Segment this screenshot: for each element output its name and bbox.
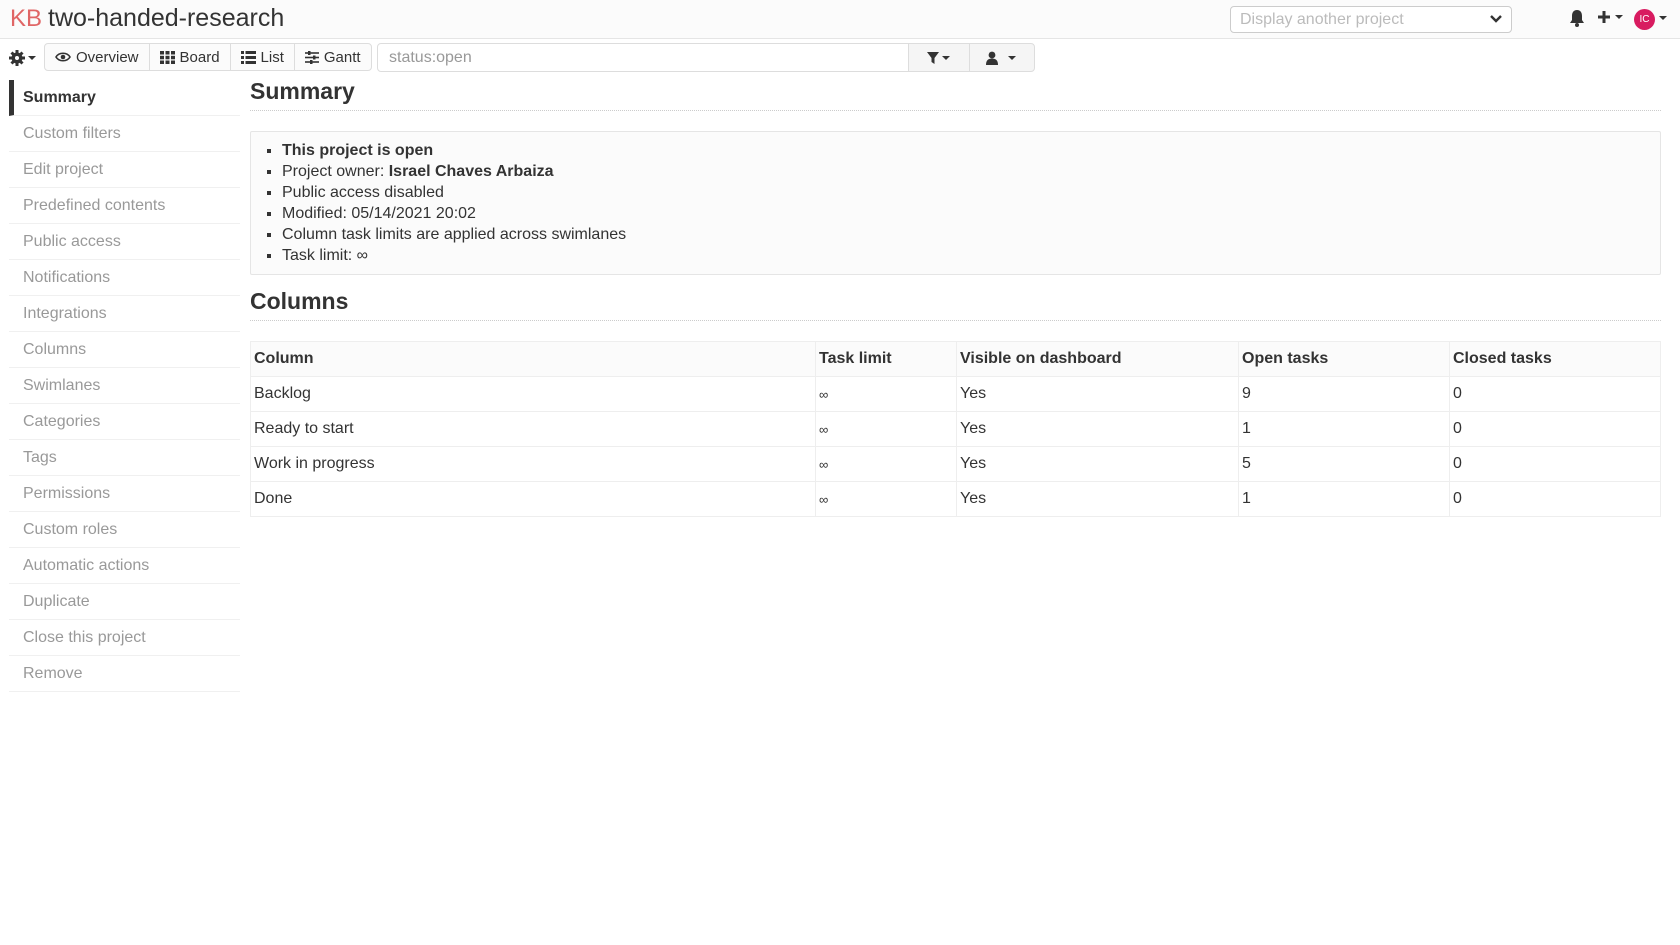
table-cell: ∞ xyxy=(815,446,957,482)
table-cell: Work in progress xyxy=(250,446,816,482)
table-cell: Yes xyxy=(956,446,1239,482)
columns-heading: Columns xyxy=(250,288,1661,321)
sidebar-item-custom-roles[interactable]: Custom roles xyxy=(9,512,240,548)
table-row: Backlog ∞ Yes 9 0 xyxy=(250,376,1661,412)
sidebar-item-integrations[interactable]: Integrations xyxy=(9,296,240,332)
table-cell: 5 xyxy=(1238,446,1450,482)
project-switcher-select[interactable]: Display another project xyxy=(1230,6,1512,33)
summary-public-access: Public access disabled xyxy=(282,182,1650,203)
main-content: Summary This project is open Project own… xyxy=(250,78,1661,517)
view-switcher: Overview Board List Gantt xyxy=(44,43,372,71)
board-view-label: Board xyxy=(179,48,220,66)
user-menu[interactable]: IC xyxy=(1634,8,1674,30)
list-view-label: List xyxy=(260,48,284,66)
sidebar-item-swimlanes[interactable]: Swimlanes xyxy=(9,368,240,404)
avatar: IC xyxy=(1634,9,1655,30)
sliders-icon xyxy=(304,50,319,64)
sidebar-item-custom-filters[interactable]: Custom filters xyxy=(9,116,240,152)
project-title: two-handed-research xyxy=(48,4,285,32)
summary-modified: Modified: 05/14/2021 20:02 xyxy=(282,203,1650,224)
sidebar-item-public-access[interactable]: Public access xyxy=(9,224,240,260)
table-cell: ∞ xyxy=(815,481,957,517)
list-icon xyxy=(240,50,256,64)
summary-box: This project is open Project owner: Isra… xyxy=(250,131,1661,275)
sidebar-item-summary[interactable]: Summary xyxy=(9,80,240,116)
summary-task-limit: Task limit: ∞ xyxy=(282,245,1650,266)
sidebar-item-duplicate[interactable]: Duplicate xyxy=(9,584,240,620)
table-cell: 9 xyxy=(1238,376,1450,412)
sidebar-item-remove[interactable]: Remove xyxy=(9,656,240,692)
table-cell: Yes xyxy=(956,376,1239,412)
plus-menu-icon[interactable] xyxy=(1597,8,1629,28)
columns-table: Column Task limit Visible on dashboard O… xyxy=(250,341,1661,517)
summary-heading: Summary xyxy=(250,78,1661,111)
column-header: Closed tasks xyxy=(1449,341,1661,377)
task-filter: status:open xyxy=(377,43,1035,72)
user-filter-button[interactable] xyxy=(969,43,1035,72)
sidebar-item-notifications[interactable]: Notifications xyxy=(9,260,240,296)
column-header: Open tasks xyxy=(1238,341,1450,377)
gear-icon[interactable] xyxy=(9,47,39,69)
grid-icon xyxy=(159,50,175,64)
table-cell: 0 xyxy=(1449,411,1661,447)
project-settings-sidebar: Summary Custom filters Edit project Predefi… xyxy=(9,80,240,692)
board-view-button[interactable]: Board xyxy=(148,43,231,71)
sidebar-item-tags[interactable]: Tags xyxy=(9,440,240,476)
user-icon xyxy=(986,51,1016,65)
table-cell: 0 xyxy=(1449,446,1661,482)
sidebar-item-columns[interactable]: Columns xyxy=(9,332,240,368)
table-cell: 1 xyxy=(1238,411,1450,447)
bell-icon[interactable] xyxy=(1568,8,1586,28)
sidebar-item-predefined-contents[interactable]: Predefined contents xyxy=(9,188,240,224)
table-cell: Done xyxy=(250,481,816,517)
table-cell: ∞ xyxy=(815,411,957,447)
column-header: Visible on dashboard xyxy=(956,341,1239,377)
table-cell: ∞ xyxy=(815,376,957,412)
gantt-view-label: Gantt xyxy=(323,48,361,66)
column-header: Task limit xyxy=(815,341,957,377)
table-cell: 0 xyxy=(1449,481,1661,517)
eye-icon xyxy=(55,52,71,62)
list-view-button[interactable]: List xyxy=(229,43,295,71)
table-cell: Ready to start xyxy=(250,411,816,447)
table-cell: Backlog xyxy=(250,376,816,412)
summary-status: This project is open xyxy=(282,140,1650,161)
sidebar-item-permissions[interactable]: Permissions xyxy=(9,476,240,512)
summary-column-limits: Column task limits are applied across sw… xyxy=(282,224,1650,245)
summary-owner: Project owner: Israel Chaves Arbaiza xyxy=(282,161,1650,182)
table-cell: 1 xyxy=(1238,481,1450,517)
app-logo[interactable]: KB xyxy=(10,5,42,33)
owner-name: Israel Chaves Arbaiza xyxy=(388,163,554,180)
app-header: KB two-handed-research Display another p… xyxy=(0,0,1680,39)
table-header-row: Column Task limit Visible on dashboard O… xyxy=(250,341,1661,377)
overview-view-button[interactable]: Overview xyxy=(44,43,150,71)
gantt-view-button[interactable]: Gantt xyxy=(293,43,372,71)
table-cell: 0 xyxy=(1449,376,1661,412)
project-status-text: This project is open xyxy=(282,142,434,159)
project-switcher-placeholder: Display another project xyxy=(1240,11,1404,28)
filter-input[interactable]: status:open xyxy=(377,43,909,72)
sidebar-item-categories[interactable]: Categories xyxy=(9,404,240,440)
filter-menu-button[interactable] xyxy=(908,43,970,72)
table-cell: Yes xyxy=(956,481,1239,517)
sidebar-item-close-this-project[interactable]: Close this project xyxy=(9,620,240,656)
column-header: Column xyxy=(250,341,816,377)
sidebar-item-edit-project[interactable]: Edit project xyxy=(9,152,240,188)
owner-label: Project owner: xyxy=(282,163,389,180)
table-row: Ready to start ∞ Yes 1 0 xyxy=(250,411,1661,447)
summary-list: This project is open Project owner: Isra… xyxy=(282,140,1650,266)
table-row: Work in progress ∞ Yes 5 0 xyxy=(250,446,1661,482)
project-toolbar: Overview Board List Gantt status:open xyxy=(0,43,1100,73)
chevron-down-icon xyxy=(1490,15,1502,23)
filter-icon xyxy=(927,51,950,64)
table-row: Done ∞ Yes 1 0 xyxy=(250,481,1661,517)
caret-down-icon xyxy=(1659,16,1667,20)
overview-view-label: Overview xyxy=(76,48,139,66)
sidebar-item-automatic-actions[interactable]: Automatic actions xyxy=(9,548,240,584)
table-cell: Yes xyxy=(956,411,1239,447)
